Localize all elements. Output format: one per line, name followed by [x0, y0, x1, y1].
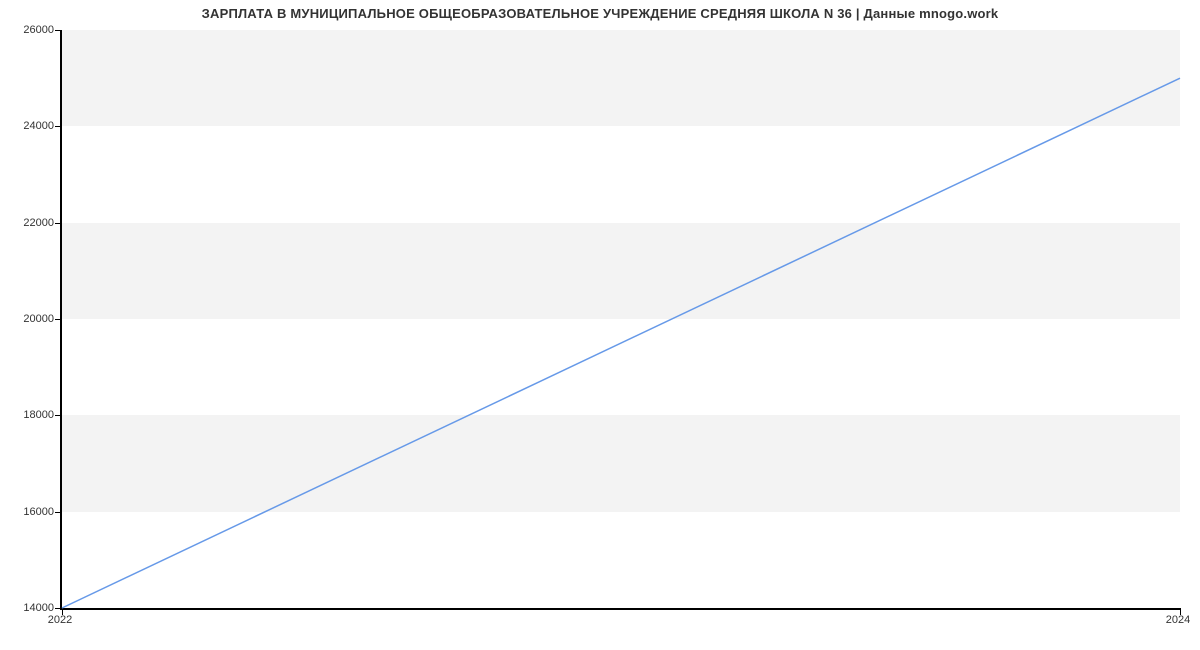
line-series — [62, 30, 1180, 608]
y-tick-label: 24000 — [4, 120, 54, 132]
chart-container: ЗАРПЛАТА В МУНИЦИПАЛЬНОЕ ОБЩЕОБРАЗОВАТЕЛ… — [0, 0, 1200, 650]
y-tick — [55, 30, 62, 31]
y-tick — [55, 512, 62, 513]
y-tick-label: 16000 — [4, 506, 54, 518]
y-tick — [55, 126, 62, 127]
y-tick-label: 18000 — [4, 409, 54, 421]
x-tick-label: 2024 — [1166, 614, 1190, 626]
y-tick — [55, 223, 62, 224]
y-tick-label: 14000 — [4, 602, 54, 614]
chart-title: ЗАРПЛАТА В МУНИЦИПАЛЬНОЕ ОБЩЕОБРАЗОВАТЕЛ… — [0, 6, 1200, 21]
plot-area — [60, 30, 1180, 610]
y-tick — [55, 608, 62, 609]
y-tick — [55, 415, 62, 416]
y-tick-label: 22000 — [4, 217, 54, 229]
y-tick-label: 26000 — [4, 24, 54, 36]
y-tick-label: 20000 — [4, 313, 54, 325]
x-tick-label: 2022 — [48, 614, 72, 626]
y-tick — [55, 319, 62, 320]
